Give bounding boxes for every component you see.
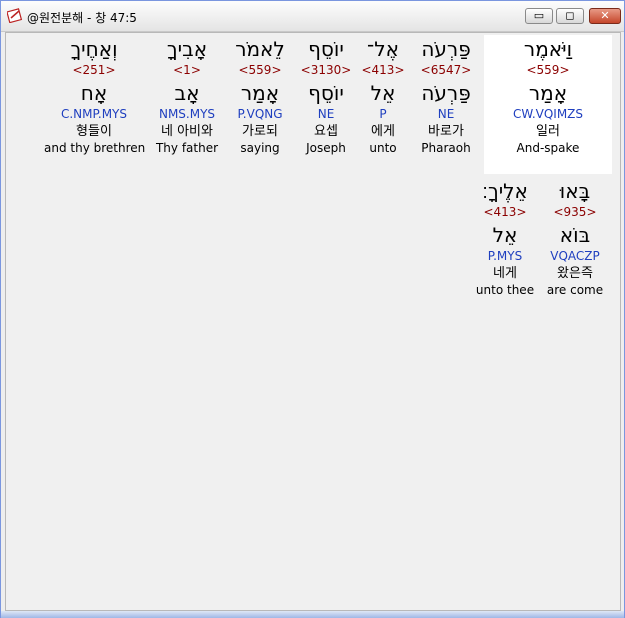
word-column[interactable]: יוֹסֵף <3130> יוֹסֵף NE 요셉 Joseph xyxy=(298,35,354,156)
title-bar[interactable]: @원전분해 - 창 47:5 ▭ ◻ ✕ xyxy=(1,1,624,32)
english-gloss: And-spake xyxy=(516,141,580,155)
korean-gloss: 일러 xyxy=(536,124,560,139)
strong-number: <251> xyxy=(72,63,116,77)
korean-gloss: 네 아비와 xyxy=(161,124,213,139)
morphology: NE xyxy=(317,107,335,121)
hebrew-word: אָבִיךָ xyxy=(166,37,208,61)
strong-number: <3130> xyxy=(300,63,352,77)
hebrew-word: פַּרְעֹה xyxy=(421,37,471,61)
strong-number: <1> xyxy=(173,63,201,77)
word-column[interactable]: פַּרְעֹה <6547> פַּרְעֹה NE 바로가 Pharaoh xyxy=(411,35,481,156)
word-column[interactable]: אֵלֶיךָ׃ <413> אֵל P.MYS 네게 unto thee xyxy=(472,177,538,298)
window-title: @원전분해 - 창 47:5 xyxy=(27,11,137,25)
korean-gloss: 형들이 xyxy=(76,124,112,139)
morphology: VQACZP xyxy=(550,249,600,263)
english-gloss: and thy brethren xyxy=(44,141,146,155)
strong-number: <413> xyxy=(361,63,405,77)
strong-number: <935> xyxy=(553,205,597,219)
english-gloss: Thy father xyxy=(155,141,219,155)
morphology: C.NMP.MYS xyxy=(60,107,127,121)
close-icon: ✕ xyxy=(600,9,610,22)
lemma: פַּרְעֹה xyxy=(421,81,471,105)
morphology: P.MYS xyxy=(487,249,523,263)
morphology: P xyxy=(379,107,387,121)
lemma: בּוֹא xyxy=(559,223,591,247)
strong-number: <559> xyxy=(526,63,570,77)
maximize-button[interactable]: ◻ xyxy=(556,8,584,24)
korean-gloss: 가로되 xyxy=(242,124,278,139)
word-column[interactable]: וְאַחֶיךָ <251> אָח C.NMP.MYS 형들이 and th… xyxy=(44,35,146,156)
morphology: CW.VQIMZS xyxy=(512,107,584,121)
english-gloss: unto thee xyxy=(475,283,535,297)
english-gloss: Pharaoh xyxy=(421,141,471,155)
lemma: אֵל xyxy=(492,223,518,247)
strong-number: <413> xyxy=(483,205,527,219)
morphology: NMS.MYS xyxy=(158,107,216,121)
lemma: אָב xyxy=(174,81,200,105)
maximize-icon: ◻ xyxy=(565,9,575,22)
english-gloss: are come xyxy=(546,283,604,297)
hebrew-word: וְאַחֶיךָ xyxy=(70,37,118,61)
hebrew-word: וַיֹּאמֶר xyxy=(523,37,573,61)
lemma: יוֹסֵף xyxy=(308,81,344,105)
hebrew-word: אֵלֶיךָ׃ xyxy=(482,179,528,203)
korean-gloss: 왔은즉 xyxy=(557,266,593,281)
english-gloss: unto xyxy=(369,141,397,155)
lemma: אָח xyxy=(80,81,108,105)
morphology: NE xyxy=(437,107,455,121)
word-column[interactable]: אֶל־ <413> אֵל P 에게 unto xyxy=(357,35,409,156)
word-column[interactable]: לֵאמֹר <559> אָמַר P.VQNG 가로되 saying xyxy=(228,35,292,156)
hebrew-word: יוֹסֵף xyxy=(308,37,344,61)
lemma: אָמַר xyxy=(240,81,280,105)
strong-number: <559> xyxy=(238,63,282,77)
hebrew-word: אֶל־ xyxy=(367,37,399,61)
english-gloss: saying xyxy=(240,141,280,155)
korean-gloss: 요셉 xyxy=(314,124,338,139)
korean-gloss: 바로가 xyxy=(428,124,464,139)
word-column[interactable]: אָבִיךָ <1> אָב NMS.MYS 네 아비와 Thy father xyxy=(151,35,223,156)
korean-gloss: 네게 xyxy=(493,266,517,281)
app-icon xyxy=(7,8,23,23)
app-window: @원전분해 - 창 47:5 ▭ ◻ ✕ וַיֹּאמֶר <559> אָמ… xyxy=(0,0,625,618)
minimize-button[interactable]: ▭ xyxy=(525,8,553,24)
english-gloss: Joseph xyxy=(306,141,346,155)
strong-number: <6547> xyxy=(420,63,472,77)
window-bottom-border xyxy=(1,611,624,618)
hebrew-word: בָּאוּ xyxy=(559,179,591,203)
lemma: אָמַר xyxy=(528,81,568,105)
korean-gloss: 에게 xyxy=(371,124,395,139)
lemma: אֵל xyxy=(370,81,396,105)
morphology: P.VQNG xyxy=(237,107,283,121)
close-button[interactable]: ✕ xyxy=(589,8,621,24)
word-column[interactable]: וַיֹּאמֶר <559> אָמַר CW.VQIMZS 일러 And-s… xyxy=(484,35,612,174)
word-column[interactable]: בָּאוּ <935> בּוֹא VQACZP 왔은즉 are come xyxy=(544,177,606,298)
minimize-icon: ▭ xyxy=(533,9,545,22)
hebrew-word: לֵאמֹר xyxy=(235,37,285,61)
interlinear-panel[interactable]: וַיֹּאמֶר <559> אָמַר CW.VQIMZS 일러 And-s… xyxy=(5,32,621,611)
